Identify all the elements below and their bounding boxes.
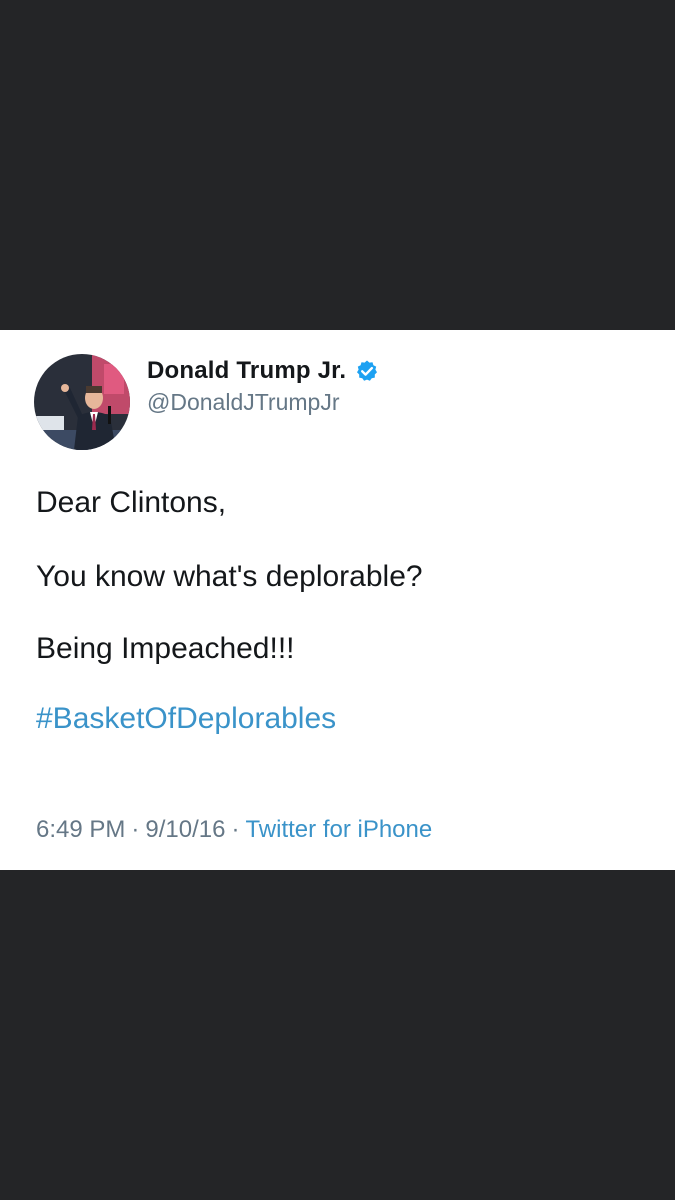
author-name[interactable]: Donald Trump Jr.	[147, 357, 346, 385]
tweet-time: 6:49 PM	[36, 816, 126, 843]
avatar[interactable]	[34, 354, 130, 450]
tweet-date: 9/10/16	[145, 816, 226, 843]
top-dark-band	[0, 0, 675, 330]
tweet-source-link[interactable]: Twitter for iPhone	[245, 816, 432, 843]
meta-separator: ·	[131, 816, 140, 843]
author-handle[interactable]: @DonaldJTrumpJr	[147, 389, 340, 416]
meta-separator: ·	[231, 816, 240, 843]
verified-badge-icon	[355, 359, 379, 383]
author-name-row: Donald Trump Jr.	[147, 354, 379, 388]
hashtag-link[interactable]: #BasketOfDeplorables	[36, 702, 336, 736]
tweet-text-line: You know what's deplorable?	[36, 560, 423, 593]
tweet-card[interactable]: Donald Trump Jr. @DonaldJTrumpJr Dear Cl…	[0, 330, 675, 870]
tweet-meta: 6:49 PM · 9/10/16 · Twitter for iPhone	[36, 816, 432, 844]
tweet-text-line: Being Impeached!!!	[36, 632, 295, 665]
profile-photo-icon	[34, 354, 130, 450]
tweet-text-line: Dear Clintons,	[36, 486, 227, 519]
bottom-dark-band	[0, 870, 675, 1200]
